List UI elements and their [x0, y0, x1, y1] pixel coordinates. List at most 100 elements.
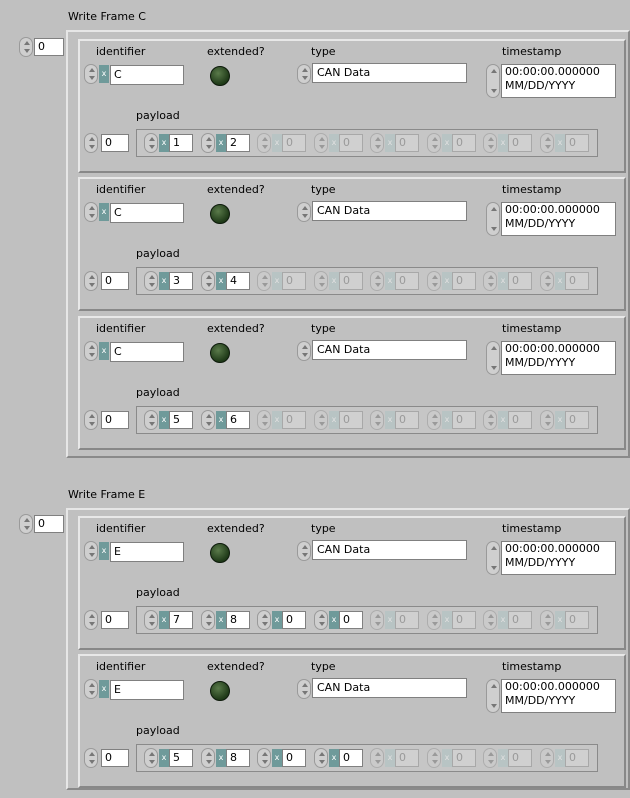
payload-byte-field[interactable]: 0 — [339, 272, 363, 290]
payload-byte-spinner[interactable] — [201, 748, 215, 768]
payload-byte-spinner[interactable] — [540, 133, 554, 153]
payload-byte-field[interactable]: 0 — [508, 749, 532, 767]
type-spinner[interactable] — [297, 541, 311, 561]
payload-byte-field[interactable]: 0 — [565, 611, 589, 629]
payload-byte-field[interactable]: 6 — [226, 411, 250, 429]
payload-byte-field[interactable]: 7 — [169, 611, 193, 629]
array-index-field[interactable]: 0 — [34, 38, 64, 56]
payload-byte-spinner[interactable] — [427, 271, 441, 291]
identifier-spinner[interactable] — [84, 341, 98, 361]
payload-index-spinner[interactable] — [84, 133, 98, 153]
payload-byte-spinner[interactable] — [257, 410, 271, 430]
extended-led[interactable] — [210, 66, 230, 86]
identifier-field[interactable]: C — [110, 65, 184, 85]
payload-byte-field[interactable]: 0 — [508, 611, 532, 629]
payload-byte-spinner[interactable] — [483, 610, 497, 630]
radix-indicator[interactable]: x — [99, 680, 109, 698]
identifier-spinner[interactable] — [84, 679, 98, 699]
type-field[interactable]: CAN Data — [312, 678, 467, 698]
payload-byte-field[interactable]: 2 — [226, 134, 250, 152]
payload-byte-spinner[interactable] — [483, 133, 497, 153]
payload-byte-field[interactable]: 0 — [508, 411, 532, 429]
payload-byte-spinner[interactable] — [314, 610, 328, 630]
payload-byte-spinner[interactable] — [370, 271, 384, 291]
payload-byte-spinner[interactable] — [483, 410, 497, 430]
payload-byte-spinner[interactable] — [314, 410, 328, 430]
type-field[interactable]: CAN Data — [312, 340, 467, 360]
payload-byte-spinner[interactable] — [314, 748, 328, 768]
timestamp-field[interactable]: 00:00:00.000000 MM/DD/YYYY — [501, 64, 616, 98]
payload-byte-field[interactable]: 0 — [339, 749, 363, 767]
payload-byte-field[interactable]: 0 — [452, 411, 476, 429]
payload-byte-field[interactable]: 8 — [226, 749, 250, 767]
payload-index-field[interactable]: 0 — [101, 272, 129, 290]
extended-led[interactable] — [210, 543, 230, 563]
payload-byte-field[interactable]: 0 — [339, 411, 363, 429]
payload-byte-field[interactable]: 0 — [508, 272, 532, 290]
payload-byte-field[interactable]: 3 — [169, 272, 193, 290]
identifier-spinner[interactable] — [84, 64, 98, 84]
payload-byte-field[interactable]: 4 — [226, 272, 250, 290]
payload-byte-spinner[interactable] — [257, 748, 271, 768]
payload-byte-field[interactable]: 0 — [565, 749, 589, 767]
payload-byte-spinner[interactable] — [540, 748, 554, 768]
type-field[interactable]: CAN Data — [312, 201, 467, 221]
timestamp-spinner[interactable] — [486, 679, 500, 713]
payload-byte-field[interactable]: 0 — [339, 611, 363, 629]
extended-led[interactable] — [210, 681, 230, 701]
payload-byte-spinner[interactable] — [144, 133, 158, 153]
payload-byte-spinner[interactable] — [314, 133, 328, 153]
payload-index-field[interactable]: 0 — [101, 134, 129, 152]
timestamp-spinner[interactable] — [486, 64, 500, 98]
payload-byte-field[interactable]: 0 — [565, 272, 589, 290]
type-spinner[interactable] — [297, 341, 311, 361]
payload-byte-field[interactable]: 0 — [452, 611, 476, 629]
payload-byte-spinner[interactable] — [483, 748, 497, 768]
payload-byte-spinner[interactable] — [540, 410, 554, 430]
payload-byte-field[interactable]: 0 — [339, 134, 363, 152]
identifier-spinner[interactable] — [84, 541, 98, 561]
timestamp-spinner[interactable] — [486, 202, 500, 236]
payload-byte-field[interactable]: 1 — [169, 134, 193, 152]
payload-byte-spinner[interactable] — [257, 610, 271, 630]
payload-byte-spinner[interactable] — [540, 610, 554, 630]
type-spinner[interactable] — [297, 202, 311, 222]
payload-byte-field[interactable]: 0 — [282, 611, 306, 629]
payload-index-spinner[interactable] — [84, 271, 98, 291]
payload-byte-spinner[interactable] — [370, 410, 384, 430]
payload-byte-field[interactable]: 0 — [282, 749, 306, 767]
timestamp-spinner[interactable] — [486, 341, 500, 375]
identifier-field[interactable]: C — [110, 342, 184, 362]
payload-byte-field[interactable]: 0 — [395, 611, 419, 629]
payload-byte-field[interactable]: 0 — [565, 134, 589, 152]
payload-byte-field[interactable]: 8 — [226, 611, 250, 629]
payload-byte-field[interactable]: 0 — [395, 749, 419, 767]
payload-byte-spinner[interactable] — [144, 748, 158, 768]
payload-byte-field[interactable]: 0 — [282, 272, 306, 290]
payload-byte-field[interactable]: 0 — [565, 411, 589, 429]
timestamp-field[interactable]: 00:00:00.000000 MM/DD/YYYY — [501, 341, 616, 375]
extended-led[interactable] — [210, 204, 230, 224]
payload-index-spinner[interactable] — [84, 610, 98, 630]
payload-byte-spinner[interactable] — [144, 271, 158, 291]
payload-byte-field[interactable]: 0 — [452, 134, 476, 152]
radix-indicator[interactable]: x — [99, 342, 109, 360]
payload-byte-spinner[interactable] — [427, 610, 441, 630]
payload-byte-field[interactable]: 0 — [452, 272, 476, 290]
payload-byte-spinner[interactable] — [201, 410, 215, 430]
payload-byte-field[interactable]: 0 — [395, 134, 419, 152]
payload-byte-spinner[interactable] — [483, 271, 497, 291]
identifier-field[interactable]: E — [110, 680, 184, 700]
payload-index-field[interactable]: 0 — [101, 611, 129, 629]
identifier-field[interactable]: E — [110, 542, 184, 562]
extended-led[interactable] — [210, 343, 230, 363]
array-index-spinner[interactable] — [19, 514, 33, 534]
radix-indicator[interactable]: x — [99, 203, 109, 221]
payload-index-spinner[interactable] — [84, 748, 98, 768]
timestamp-field[interactable]: 00:00:00.000000 MM/DD/YYYY — [501, 202, 616, 236]
payload-byte-spinner[interactable] — [427, 410, 441, 430]
payload-byte-field[interactable]: 0 — [508, 134, 532, 152]
payload-byte-field[interactable]: 5 — [169, 411, 193, 429]
array-index-field[interactable]: 0 — [34, 515, 64, 533]
identifier-spinner[interactable] — [84, 202, 98, 222]
